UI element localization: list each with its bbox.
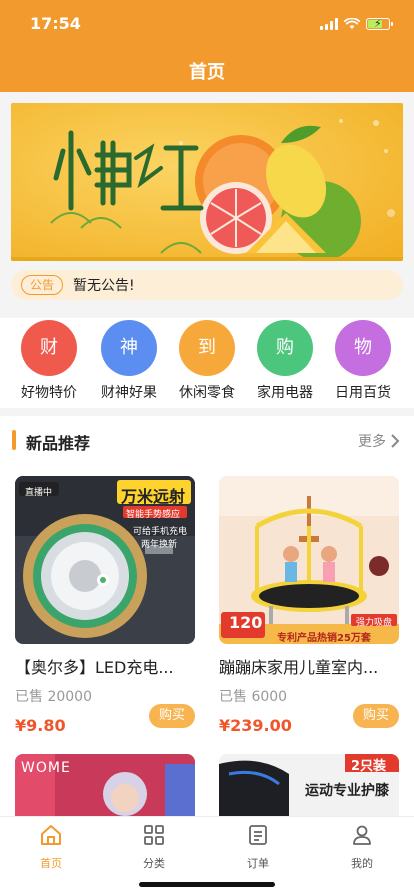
image-headline: 运动专业护膝 bbox=[305, 783, 389, 799]
category-row: 财 好物特价 神 财神好果 到 休闲零食 购 家用电器 物 日用百货 bbox=[0, 318, 414, 408]
live-badge: 直播中 bbox=[25, 488, 53, 498]
category-label: 日用百货 bbox=[335, 385, 391, 401]
category-badge: 购 bbox=[257, 320, 313, 376]
product-sold-count: 已售 6000 bbox=[219, 689, 288, 705]
notice-text: 暂无公告! bbox=[73, 278, 135, 294]
category-badge: 财 bbox=[21, 320, 77, 376]
category-item-3[interactable]: 购 家用电器 bbox=[246, 318, 324, 402]
tab-orders[interactable]: 订单 bbox=[218, 823, 298, 871]
product-card[interactable]: 120 强力吸盘 专利产品热销25万套 蹦蹦床家用儿童室内... 已售 6000… bbox=[219, 476, 399, 735]
image-side-text: WOME bbox=[21, 760, 71, 776]
user-icon bbox=[353, 825, 371, 845]
product-sold-count: 已售 20000 bbox=[15, 689, 92, 705]
category-item-0[interactable]: 财 好物特价 bbox=[10, 318, 88, 402]
tab-label: 首页 bbox=[40, 857, 62, 870]
image-badge: 2只装 bbox=[351, 759, 387, 774]
more-label: 更多 bbox=[358, 434, 386, 450]
category-item-1[interactable]: 神 财神好果 bbox=[90, 318, 168, 402]
product-title[interactable]: 蹦蹦床家用儿童室内... bbox=[219, 654, 399, 678]
tab-label: 订单 bbox=[247, 857, 269, 870]
image-sub1: 智能手势感应 bbox=[126, 510, 181, 520]
product-image[interactable]: 直播中 万米远射 智能手势感应 可给手机充电 两年换新 bbox=[15, 476, 195, 644]
product-card[interactable]: WOME bbox=[15, 754, 195, 816]
order-icon bbox=[249, 825, 267, 845]
buy-button[interactable]: 购买 bbox=[353, 704, 399, 728]
category-item-4[interactable]: 物 日用百货 bbox=[324, 318, 402, 402]
tab-profile[interactable]: 我的 bbox=[322, 823, 402, 871]
section-accent-bar bbox=[12, 430, 16, 450]
battery-icon: ⚡ bbox=[366, 17, 393, 30]
category-item-2[interactable]: 到 休闲零食 bbox=[168, 318, 246, 402]
category-badge: 到 bbox=[179, 320, 235, 376]
more-link[interactable]: 更多 bbox=[358, 431, 400, 451]
page-title: 首页 bbox=[189, 62, 225, 83]
notice-tag: 公告 bbox=[21, 275, 64, 295]
status-icons: ⚡ bbox=[320, 16, 393, 32]
category-label: 家用电器 bbox=[257, 385, 313, 401]
image-sub2: 可给手机充电 bbox=[133, 527, 188, 537]
image-footer: 专利产品热销25万套 bbox=[277, 633, 371, 644]
home-icon bbox=[41, 825, 61, 845]
category-label: 好物特价 bbox=[21, 385, 77, 401]
product-card[interactable]: 2只装 运动专业护膝 bbox=[219, 754, 399, 816]
new-products-header: 新品推荐 更多 bbox=[0, 416, 414, 464]
image-tag: 强力吸盘 bbox=[356, 618, 393, 628]
status-time: 17:54 bbox=[30, 14, 81, 33]
banner-illustration bbox=[11, 103, 403, 261]
product-image[interactable]: WOME bbox=[15, 754, 195, 816]
wifi-icon bbox=[344, 18, 360, 29]
tab-label: 分类 bbox=[143, 857, 165, 870]
product-card[interactable]: 直播中 万米远射 智能手势感应 可给手机充电 两年换新 【奥尔多】LED充电..… bbox=[15, 476, 195, 735]
cellular-signal-icon bbox=[320, 18, 338, 30]
app-header: 17:54 ⚡ 首页 bbox=[0, 0, 414, 92]
chevron-right-icon bbox=[391, 434, 400, 448]
section-title: 新品推荐 bbox=[26, 434, 91, 453]
product-grid: 直播中 万米远射 智能手势感应 可给手机充电 两年换新 【奥尔多】LED充电..… bbox=[0, 464, 414, 816]
home-indicator bbox=[139, 882, 275, 887]
image-price-tag: 120 bbox=[229, 613, 263, 632]
buy-button[interactable]: 购买 bbox=[149, 704, 195, 728]
tab-home[interactable]: 首页 bbox=[11, 823, 91, 871]
image-headline: 万米远射 bbox=[121, 487, 186, 506]
notice-bar[interactable]: 公告 暂无公告! bbox=[11, 270, 403, 300]
product-image[interactable]: 2只装 运动专业护膝 bbox=[219, 754, 399, 816]
status-bar: 17:54 ⚡ bbox=[0, 0, 414, 48]
image-sub3: 两年换新 bbox=[141, 540, 178, 550]
category-label: 财神好果 bbox=[101, 385, 157, 401]
tab-category[interactable]: 分类 bbox=[114, 823, 194, 871]
category-badge: 神 bbox=[101, 320, 157, 376]
product-title[interactable]: 【奥尔多】LED充电... bbox=[15, 654, 195, 678]
category-badge: 物 bbox=[335, 320, 391, 376]
category-label: 休闲零食 bbox=[179, 385, 235, 401]
tab-label: 我的 bbox=[351, 857, 373, 870]
grid-icon bbox=[144, 825, 164, 845]
promo-banner[interactable] bbox=[11, 103, 403, 261]
product-image[interactable]: 120 强力吸盘 专利产品热销25万套 bbox=[219, 476, 399, 644]
